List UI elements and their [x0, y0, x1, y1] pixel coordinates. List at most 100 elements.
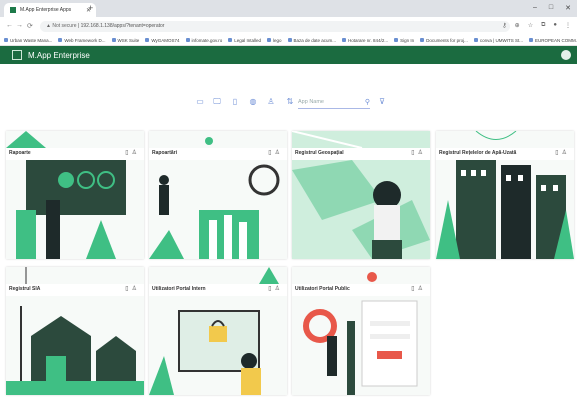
card-header: Utilizatori Portal Intern ▯♙ — [149, 284, 287, 296]
bookmark-item[interactable]: Urban Waste Mana... — [4, 38, 52, 43]
bookmark-item[interactable]: EUROPEAN COMM... — [529, 38, 577, 43]
app-title: M.App Enterprise — [28, 50, 90, 60]
bookmark-label: Hotarare nr. 844/2... — [348, 37, 389, 43]
url-text: 192.168.1.138/apps/?tenant=operator — [80, 23, 165, 29]
card-header: Registrul Rețelelor de Apă-Uzată ▯♙ — [436, 148, 574, 160]
card-illustration-top — [6, 131, 144, 148]
user-icon[interactable]: ♙ — [418, 286, 426, 292]
bookmark-icon — [473, 38, 478, 42]
user-icon[interactable]: ♙ — [418, 150, 426, 156]
bookmark-label: Baza de date acum... — [293, 37, 337, 43]
address-bar: ← → ⟳ ▲ Not secure | 192.168.1.138/apps/… — [0, 17, 577, 36]
forward-icon[interactable]: → — [16, 22, 23, 29]
mobile-filter-icon[interactable]: ▯ — [230, 97, 240, 107]
card-actions: ▯♙ — [125, 285, 140, 292]
card-header: Rapoarte ▯♙ — [6, 148, 144, 160]
desktop-filter-icon[interactable]: ▭ — [195, 97, 205, 107]
card-header: Rapoartări ▯♙ — [149, 148, 287, 160]
filter-icon[interactable]: ⊽ — [377, 97, 387, 107]
new-tab-button[interactable]: + — [88, 3, 93, 13]
app-card[interactable]: Registrul SIA ▯♙ — [6, 267, 144, 395]
card-title: Utilizatori Portal Intern — [152, 286, 206, 292]
card-illustration — [6, 160, 144, 259]
bookmark-label: Sign In — [400, 37, 415, 43]
bookmark-item[interactable]: WyGAMOS74 — [145, 37, 180, 43]
close-window-icon[interactable]: ✕ — [565, 4, 571, 12]
user-icon[interactable]: ♙ — [132, 150, 140, 156]
zoom-icon[interactable]: ⊕ — [515, 22, 520, 29]
bookmark-item[interactable]: Hotarare nr. 844/2... — [342, 38, 388, 43]
bookmark-icon — [111, 38, 116, 42]
user-filter-icon[interactable]: ♙ — [266, 97, 276, 107]
search-icon[interactable]: ⚲ — [365, 97, 370, 108]
card-illustration-top — [292, 267, 430, 284]
app-card[interactable]: Rapoartări ▯♙ — [149, 131, 287, 259]
card-illustration-top — [6, 267, 144, 284]
card-actions: ▯♙ — [125, 149, 140, 156]
card-actions: ▯♙ — [411, 149, 426, 156]
user-icon[interactable]: ♙ — [132, 286, 140, 292]
app-card[interactable]: Rapoarte ▯♙ — [6, 131, 144, 259]
bookmarks-bar: Urban Waste Mana... Web Framework D... WSK… — [0, 35, 577, 46]
minimize-icon[interactable]: – — [533, 4, 537, 12]
url-field[interactable]: ▲ Not secure | 192.168.1.138/apps/?tenan… — [40, 21, 510, 32]
bookmark-label: lego — [273, 37, 282, 43]
bookmark-label: Legal Intalled — [234, 37, 261, 43]
browser-tab-title: M.App Enterprise Apps — [20, 7, 72, 13]
menu-icon[interactable]: ⋮ — [565, 22, 571, 29]
search-placeholder: App Name — [298, 99, 324, 105]
app-toolbar: ▭ 🖵 ▯ ◍ ♙ ⇅ App Name ⚲ ⊽ — [0, 95, 577, 111]
sort-icon[interactable]: ⇅ — [285, 97, 295, 107]
category-filter-icon[interactable]: ◍ — [248, 97, 258, 107]
bookmark-item[interactable]: lego — [267, 38, 282, 43]
bookmark-icon — [287, 38, 292, 42]
bookmark-item[interactable]: Sign In — [394, 38, 414, 43]
bookmark-item[interactable]: Documents for proj... — [420, 38, 468, 43]
bookmark-item[interactable]: conva | UMWITS St... — [473, 37, 524, 43]
card-illustration — [436, 160, 574, 259]
card-illustration-top — [149, 131, 287, 148]
card-title: Utilizatori Portal Public — [295, 286, 350, 292]
card-actions: ▯♙ — [411, 285, 426, 292]
bookmark-item[interactable]: Web Framework D... — [58, 38, 106, 43]
bookmark-label: EUROPEAN COMM... — [535, 37, 577, 43]
card-actions: ▯♙ — [555, 149, 570, 156]
user-avatar[interactable] — [561, 50, 571, 60]
profile-icon[interactable]: ● — [553, 22, 557, 29]
bookmark-label: WyGAMOS74 — [151, 37, 180, 43]
bookmark-item[interactable]: Legal Intalled — [228, 38, 261, 43]
app-search-input[interactable]: App Name ⚲ — [298, 97, 370, 109]
card-illustration-top — [436, 131, 574, 148]
card-header: Registrul SIA ▯♙ — [6, 284, 144, 296]
app-card[interactable]: Registrul Geospațial ▯♙ — [292, 131, 430, 259]
app-card[interactable]: Registrul Rețelelor de Apă-Uzată ▯♙ — [436, 131, 574, 259]
bookmark-label: infomate.gov.ro — [191, 37, 223, 43]
browser-tab[interactable]: M.App Enterprise Apps ✕ — [4, 3, 96, 17]
card-illustration — [6, 296, 144, 395]
back-icon[interactable]: ← — [6, 22, 13, 29]
extensions-icon[interactable]: ⧉ — [541, 22, 545, 29]
app-card[interactable]: Utilizatori Portal Intern ▯♙ — [149, 267, 287, 395]
user-icon[interactable]: ♙ — [275, 286, 283, 292]
card-illustration-top — [149, 267, 287, 284]
bookmark-icon — [420, 38, 425, 42]
security-label: Not secure — [52, 23, 77, 29]
card-title: Rapoartări — [152, 150, 178, 156]
app-logo-icon — [12, 50, 22, 60]
card-title: Registrul Geospațial — [295, 150, 344, 156]
bookmark-item[interactable]: Baza de date acum... — [287, 37, 337, 43]
user-icon[interactable]: ♙ — [562, 150, 570, 156]
star-icon[interactable]: ☆ — [528, 22, 533, 29]
window-controls: – □ ✕ — [533, 4, 571, 12]
bookmark-icon — [4, 38, 8, 42]
user-icon[interactable]: ♙ — [275, 150, 283, 156]
app-card[interactable]: Utilizatori Portal Public ▯♙ — [292, 267, 430, 395]
bookmark-item[interactable]: infomate.gov.ro — [185, 37, 223, 43]
bookmark-label: conva | UMWITS St... — [479, 37, 524, 43]
maximize-icon[interactable]: □ — [549, 4, 553, 12]
bookmark-item[interactable]: WSK Suite — [111, 38, 139, 43]
key-icon[interactable]: ⚷ — [502, 22, 506, 29]
reload-icon[interactable]: ⟳ — [27, 22, 33, 30]
browser-actions: ⚷ ⊕ ☆ ⧉ ● ⋮ — [502, 22, 571, 29]
monitor-filter-icon[interactable]: 🖵 — [212, 97, 222, 107]
